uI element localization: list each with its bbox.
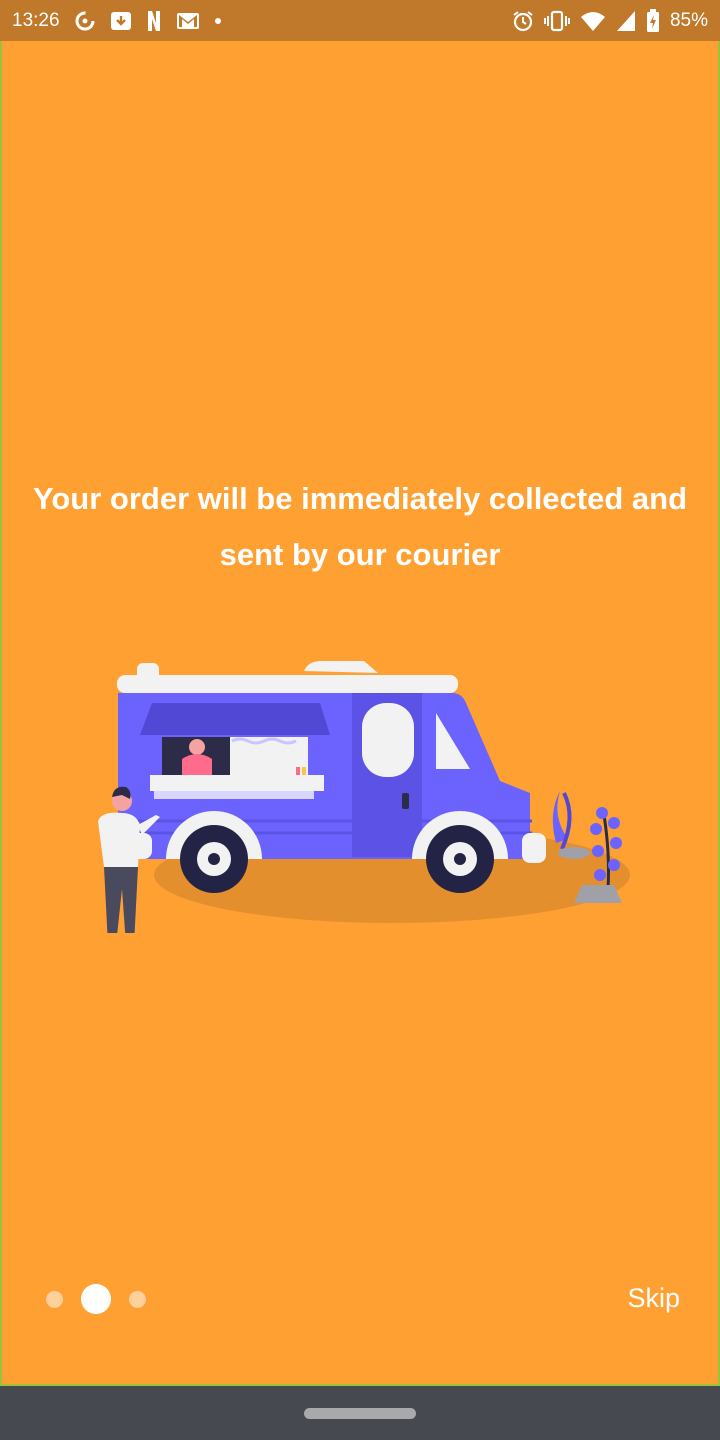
alarm-icon	[512, 10, 534, 32]
page-dot-3[interactable]	[129, 1290, 146, 1308]
page-indicator	[46, 1284, 146, 1314]
download-icon	[110, 10, 132, 32]
status-bar: 13:26 85%	[0, 0, 720, 41]
battery-charging-icon	[646, 8, 660, 33]
status-right: 85%	[512, 8, 708, 33]
page-dot-1[interactable]	[46, 1290, 63, 1308]
home-gesture-pill[interactable]	[304, 1408, 416, 1419]
food-truck-illustration	[98, 661, 630, 933]
signal-icon	[616, 10, 636, 32]
page-dot-2-active[interactable]	[81, 1284, 111, 1314]
gmail-icon	[176, 12, 200, 30]
battery-percent: 85%	[669, 9, 708, 31]
netflix-icon	[146, 10, 162, 32]
wifi-icon	[580, 10, 606, 32]
sync-icon	[74, 10, 96, 32]
dot-icon	[214, 17, 222, 25]
vibrate-icon	[543, 10, 570, 32]
system-nav-bar	[0, 1386, 720, 1440]
onboarding-headline: Your order will be immediately collected…	[32, 481, 688, 572]
skip-button[interactable]: Skip	[627, 1283, 680, 1314]
status-time: 13:26	[12, 9, 60, 31]
status-left: 13:26	[12, 10, 222, 32]
onboarding-screen: Your order will be immediately collected…	[0, 41, 720, 1386]
